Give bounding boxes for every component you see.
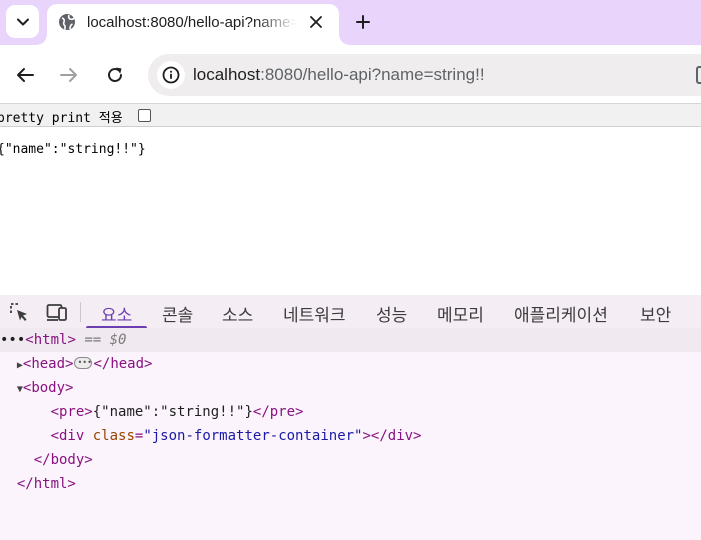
close-icon [310,16,322,28]
url-rest: :8080/hello-api?name=string!! [260,65,485,84]
inspect-element-icon[interactable] [8,301,30,323]
devtools-tab-console[interactable]: 콘솔 [162,301,193,326]
site-info-button[interactable] [157,61,185,89]
devtools-tab-elements[interactable]: 요소 [101,301,132,326]
div-attr-value: "json-formatter-container" [143,428,363,444]
tab-search-button[interactable] [6,5,39,38]
json-response: {"name":"string!!"} [0,142,146,157]
device-toolbar-icon[interactable] [46,301,68,323]
dom-node-html[interactable]: •••<html> == $0 [0,328,701,352]
url-host: localhost [193,65,261,84]
inspect-cursor-glyph [10,303,27,321]
dom-node-pre[interactable]: <pre>{"name":"string!!"}</pre> [0,400,701,424]
tab-title: localhost:8080/hello-api?name=string!! [87,14,297,31]
pre-close-tag: </pre> [252,404,304,420]
browser-toolbar: localhost:8080/hello-api?name=string!! [0,45,701,104]
body-open-tag: <body> [22,380,74,396]
div-open-tag: <div [50,428,85,444]
pre-open-tag: <pre> [50,404,93,420]
devtools-tab-sources[interactable]: 소스 [222,301,253,326]
reload-button[interactable] [104,64,126,86]
devtools-tab-performance[interactable]: 성능 [376,301,407,326]
pre-text-node: {"name":"string!!"} [92,404,253,420]
toolbar-separator [80,302,81,322]
dom-node-body[interactable]: ▼<body> [0,376,701,400]
chevron-down-icon [16,18,29,25]
page-action-icon[interactable] [696,66,701,84]
devtools-tab-security[interactable]: 보안 [640,301,671,326]
dom-node-head[interactable]: ▶<head></head> [0,351,701,376]
new-tab-button[interactable] [352,11,374,33]
url-text[interactable]: localhost:8080/hello-api?name=string!! [193,65,485,85]
dom-node-body-close[interactable]: </body> [0,448,701,472]
devtools-tabbar: 요소 콘솔 소스 네트워크 성능 메모리 애플리케이션 보안 [0,295,701,330]
devtools-tab-memory[interactable]: 메모리 [437,301,484,326]
devtools-tab-application[interactable]: 애플리케이션 [514,301,608,326]
address-bar[interactable]: localhost:8080/hello-api?name=string!! [148,54,701,96]
back-button[interactable] [14,64,36,86]
devtools-panel: 요소 콘솔 소스 네트워크 성능 메모리 애플리케이션 보안 •••<html>… [0,295,701,540]
dom-node-div[interactable]: <div class="json-formatter-container"></… [0,424,701,448]
tab-strip: localhost:8080/hello-api?name=string!! [0,0,701,45]
div-close-tag: ></div> [362,428,422,444]
forward-button[interactable] [58,64,80,86]
info-icon [162,66,180,84]
collapsed-content-icon[interactable] [74,351,93,375]
html-open-tag: <html> [25,332,76,348]
body-close-tag: </body> [33,452,93,468]
div-attr-name: class [92,428,135,444]
arrow-right-icon [60,68,77,82]
pretty-print-checkbox[interactable] [138,109,151,122]
html-close-tag: </html> [16,476,76,492]
pretty-print-label: pretty print 적용 [0,111,123,126]
plus-icon [356,15,370,29]
head-close-tag: </head> [93,356,153,372]
dom-node-html-close[interactable]: </html> [0,472,701,496]
reload-icon [108,67,122,82]
head-open-tag: <head> [22,356,74,372]
close-tab-button[interactable] [305,11,327,33]
devtools-tab-network[interactable]: 네트워크 [283,301,346,326]
device-glyph [46,304,67,321]
node-actions-icon[interactable]: ••• [0,332,25,348]
arrow-left-icon [17,68,34,82]
globe-icon [59,14,75,30]
pretty-print-bar: pretty print 적용 [0,104,701,127]
browser-tab[interactable]: localhost:8080/hello-api?name=string!! [37,4,349,45]
selected-node-marker: == $0 [84,332,127,348]
